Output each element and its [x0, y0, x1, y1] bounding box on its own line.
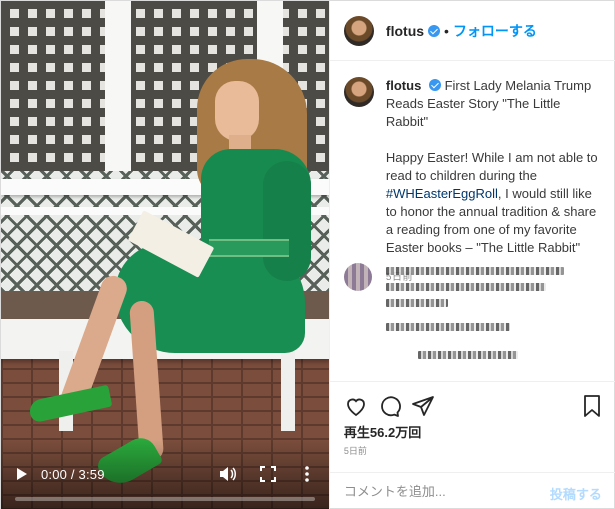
- header-username[interactable]: flotus: [386, 23, 424, 39]
- hashtag-link[interactable]: #WHEasterEggRoll: [386, 186, 498, 201]
- play-icon[interactable]: [15, 466, 29, 482]
- video-player[interactable]: 0:00 / 3:59: [1, 1, 329, 509]
- avatar[interactable]: [343, 15, 374, 46]
- caption: flotus First Lady Melania Trump Reads Ea…: [343, 77, 606, 287]
- bookmark-icon[interactable]: [580, 394, 604, 418]
- video-frame: [1, 1, 329, 509]
- separator-dot: •: [444, 22, 449, 39]
- volume-icon[interactable]: [219, 466, 237, 482]
- obscured-comment-line: [385, 267, 564, 275]
- more-options-icon[interactable]: [301, 465, 313, 483]
- obscured-comment-meta: [385, 323, 510, 331]
- follow-button[interactable]: フォローする: [453, 21, 537, 41]
- video-progress-bar[interactable]: [15, 497, 315, 501]
- caption-username[interactable]: flotus: [386, 78, 421, 93]
- comment-icon[interactable]: [377, 394, 401, 418]
- post-timestamp: 5日前: [343, 446, 367, 456]
- share-icon[interactable]: [411, 394, 435, 418]
- action-bar: 再生56.2万回 5日前 投稿する: [329, 381, 615, 509]
- post-sidebar: flotus • フォローする flotus First Lady Melani…: [328, 1, 615, 509]
- post-header: flotus • フォローする: [329, 1, 615, 61]
- heart-icon[interactable]: [344, 394, 368, 418]
- caption-avatar[interactable]: [343, 77, 374, 107]
- caption-text: Happy Easter! While I am not able to rea…: [386, 149, 606, 257]
- verified-badge-icon: [428, 24, 441, 37]
- obscured-comment-line: [385, 299, 448, 307]
- view-count: 再生56.2万回: [343, 425, 422, 440]
- post-comment-button[interactable]: 投稿する: [550, 484, 602, 503]
- obscured-comment-line: [385, 283, 546, 291]
- fullscreen-icon[interactable]: [260, 466, 276, 482]
- obscured-commenter-avatar: [343, 263, 372, 291]
- caption-text-part: Happy Easter! While I am not able to rea…: [385, 150, 598, 183]
- obscured-comment-replies: [417, 351, 518, 359]
- comment-bar: 投稿する: [329, 472, 615, 509]
- comment-input[interactable]: [343, 473, 544, 509]
- video-controls: 0:00 / 3:59: [1, 454, 329, 509]
- instagram-post: 0:00 / 3:59 flotus • フォローする flotus First…: [0, 0, 615, 509]
- caption-body: flotus First Lady Melania Trump Reads Ea…: [386, 77, 606, 287]
- verified-badge-icon: [428, 79, 441, 91]
- video-time: 0:00 / 3:59: [41, 467, 105, 482]
